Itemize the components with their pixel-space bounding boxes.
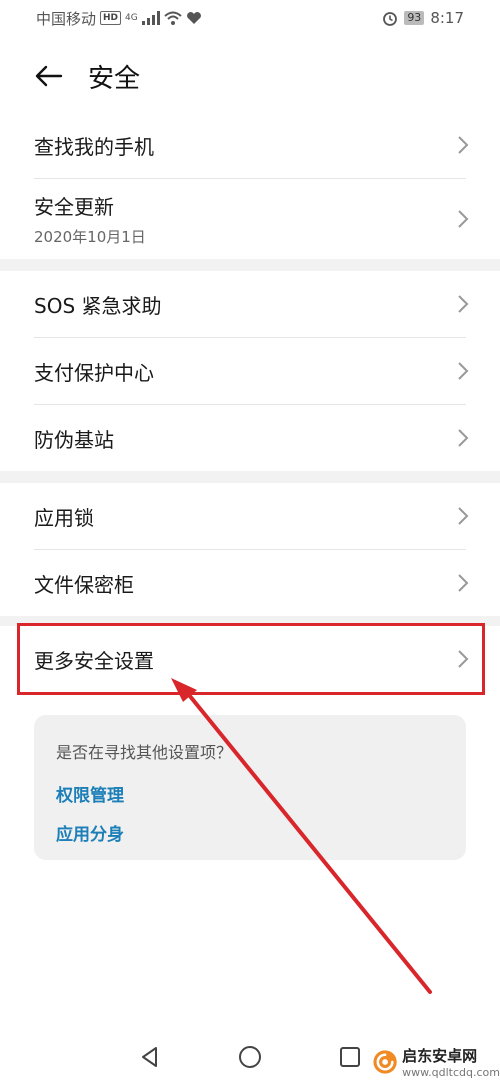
back-arrow-icon[interactable] bbox=[34, 61, 64, 91]
clock: 8:17 bbox=[430, 9, 464, 27]
settings-item-file-safe[interactable]: 文件保密柜 bbox=[0, 550, 500, 616]
settings-item-sos[interactable]: SOS 紧急求助 bbox=[0, 271, 500, 337]
nav-back-icon[interactable] bbox=[135, 1042, 165, 1072]
suggestion-link-app-twin[interactable]: 应用分身 bbox=[56, 820, 444, 845]
signal-icon bbox=[141, 11, 160, 25]
nav-home-icon[interactable] bbox=[235, 1042, 265, 1072]
chevron-right-icon bbox=[458, 136, 469, 154]
suggestion-card: 是否在寻找其他设置项？ 权限管理 应用分身 bbox=[34, 715, 466, 860]
suggestion-question: 是否在寻找其他设置项？ bbox=[56, 743, 233, 762]
status-right: 93 8:17 bbox=[382, 9, 464, 27]
watermark-name: 启东安卓网 bbox=[402, 1046, 478, 1065]
page-title: 安全 bbox=[88, 63, 141, 94]
settings-item-security-update[interactable]: 安全更新 2020年10月1日 bbox=[0, 179, 500, 259]
section-gap bbox=[0, 259, 500, 271]
chevron-right-icon bbox=[458, 429, 469, 447]
annotation-highlight-box bbox=[17, 623, 485, 695]
item-label: 查找我的手机 bbox=[34, 134, 154, 159]
item-subtitle: 2020年10月1日 bbox=[34, 228, 146, 246]
item-label: 文件保密柜 bbox=[34, 572, 134, 597]
wifi-icon bbox=[164, 11, 182, 25]
watermark-logo-icon bbox=[373, 1049, 397, 1074]
chevron-right-icon bbox=[458, 362, 469, 380]
battery-level: 93 bbox=[404, 11, 425, 25]
status-left: 中国移动 HD 4G bbox=[36, 8, 202, 29]
chevron-right-icon bbox=[458, 295, 469, 313]
carrier-name: 中国移动 bbox=[36, 9, 97, 28]
hd-badge: HD bbox=[100, 11, 122, 25]
item-label: 应用锁 bbox=[34, 505, 94, 530]
network-type: 4G bbox=[125, 13, 138, 23]
chevron-right-icon bbox=[458, 574, 469, 592]
settings-item-find-my-phone[interactable]: 查找我的手机 bbox=[0, 112, 500, 178]
alarm-icon bbox=[383, 12, 398, 26]
status-bar: 中国移动 HD 4G 93 8:17 bbox=[0, 0, 500, 36]
settings-item-fake-base-station[interactable]: 防伪基站 bbox=[0, 405, 500, 471]
heart-icon bbox=[186, 12, 201, 24]
suggestion-link-permissions[interactable]: 权限管理 bbox=[56, 781, 444, 806]
watermark-text: 启东安卓网 www.qdltcdq.com bbox=[402, 1045, 500, 1079]
watermark: 启东安卓网 www.qdltcdq.com bbox=[372, 1040, 500, 1083]
watermark-url: www.qdltcdq.com bbox=[402, 1065, 500, 1079]
app-header: 安全 bbox=[0, 46, 500, 106]
section-gap bbox=[0, 471, 500, 483]
item-label: 防伪基站 bbox=[34, 427, 114, 452]
item-label: 支付保护中心 bbox=[34, 360, 154, 385]
chevron-right-icon bbox=[458, 210, 469, 228]
settings-item-payment-protection[interactable]: 支付保护中心 bbox=[0, 338, 500, 404]
chevron-right-icon bbox=[458, 507, 469, 525]
nav-recents-icon[interactable] bbox=[335, 1042, 365, 1072]
item-label: SOS 紧急求助 bbox=[34, 293, 162, 318]
settings-item-app-lock[interactable]: 应用锁 bbox=[0, 483, 500, 549]
item-label: 安全更新 bbox=[34, 195, 114, 219]
